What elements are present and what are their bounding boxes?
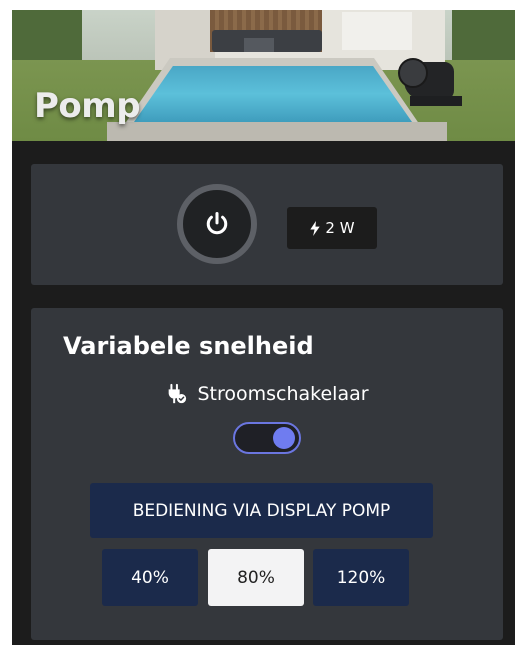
speed-80-button[interactable]: 80%: [208, 549, 304, 606]
switch-row: Stroomschakelaar: [31, 383, 503, 405]
lightning-icon: [310, 220, 321, 236]
dashboard: Pomp 2 W Variabele snelheid Stroomschake…: [12, 10, 515, 645]
switch-label: Stroomschakelaar: [197, 383, 369, 405]
power-button[interactable]: [177, 184, 257, 264]
speed-title: Variabele snelheid: [63, 332, 314, 360]
header-image: Pomp: [12, 10, 515, 141]
energy-badge: 2 W: [287, 207, 377, 249]
energy-value: 2 W: [325, 219, 355, 237]
toggle-knob: [273, 427, 295, 449]
outdoor-table: [244, 38, 274, 52]
power-switch-toggle[interactable]: [233, 422, 301, 454]
pool-coping: [107, 122, 447, 141]
page-title: Pomp: [34, 86, 141, 126]
speed-40-button[interactable]: 40%: [102, 549, 198, 606]
power-icon: [206, 211, 228, 235]
pump-base: [410, 96, 462, 106]
display-control-button[interactable]: BEDIENING VIA DISPLAY POMP: [90, 483, 433, 538]
plug-icon: [169, 383, 187, 404]
house-window: [342, 12, 412, 50]
pool-water: [134, 66, 412, 122]
speed-120-button[interactable]: 120%: [313, 549, 409, 606]
pump-lid: [398, 58, 428, 88]
power-card: 2 W: [31, 164, 503, 285]
speed-card: Variabele snelheid Stroomschakelaar BEDI…: [31, 308, 503, 640]
